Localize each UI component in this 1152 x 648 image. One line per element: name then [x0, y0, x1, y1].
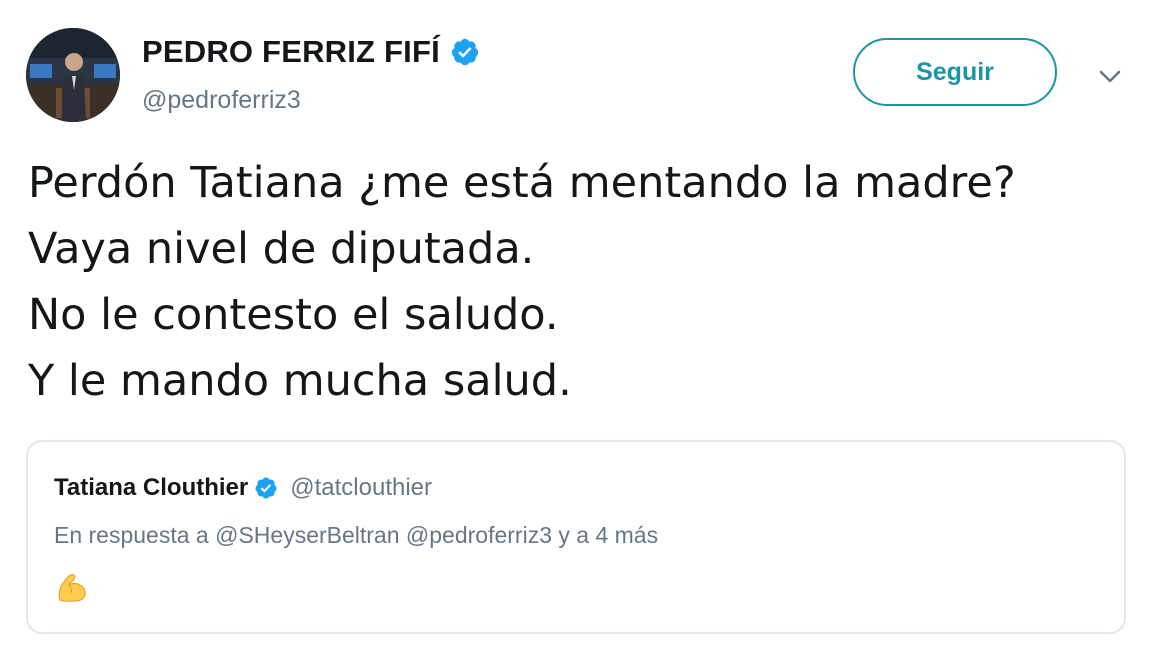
- quoted-tweet-card[interactable]: Tatiana Clouthier @tatclouthier En respu…: [26, 440, 1126, 634]
- tweet-text-line: No le contesto el saludo.: [28, 290, 559, 340]
- avatar-photo: [26, 28, 120, 122]
- tweet-card: PEDRO FERRIZ FIFÍ @pedroferriz3 Seguir P…: [0, 0, 1152, 648]
- tweet-text-line: Y le mando mucha salud.: [28, 356, 572, 406]
- follow-button[interactable]: Seguir: [853, 38, 1057, 106]
- quoted-tweet-header: Tatiana Clouthier @tatclouthier: [54, 474, 432, 502]
- tweet-text-line: Vaya nivel de diputada.: [28, 224, 535, 274]
- author-name-row[interactable]: PEDRO FERRIZ FIFÍ: [142, 34, 480, 70]
- author-avatar[interactable]: [26, 28, 120, 122]
- tweet-text-line: Perdón Tatiana ¿me está mentando la madr…: [28, 158, 1016, 208]
- reply-context: En respuesta a @SHeyserBeltran @pedrofer…: [54, 522, 659, 548]
- flexed-biceps-icon: [54, 570, 90, 606]
- verified-badge-icon: [450, 37, 480, 67]
- quoted-author-handle[interactable]: @tatclouthier: [290, 474, 432, 502]
- quoted-author-name[interactable]: Tatiana Clouthier: [54, 474, 248, 502]
- tweet-text: Perdón Tatiana ¿me está mentando la madr…: [28, 150, 1138, 414]
- author-display-name[interactable]: PEDRO FERRIZ FIFÍ: [142, 34, 440, 70]
- author-handle[interactable]: @pedroferriz3: [142, 86, 301, 115]
- chevron-down-icon[interactable]: [1096, 62, 1124, 90]
- verified-badge-icon: [254, 476, 278, 500]
